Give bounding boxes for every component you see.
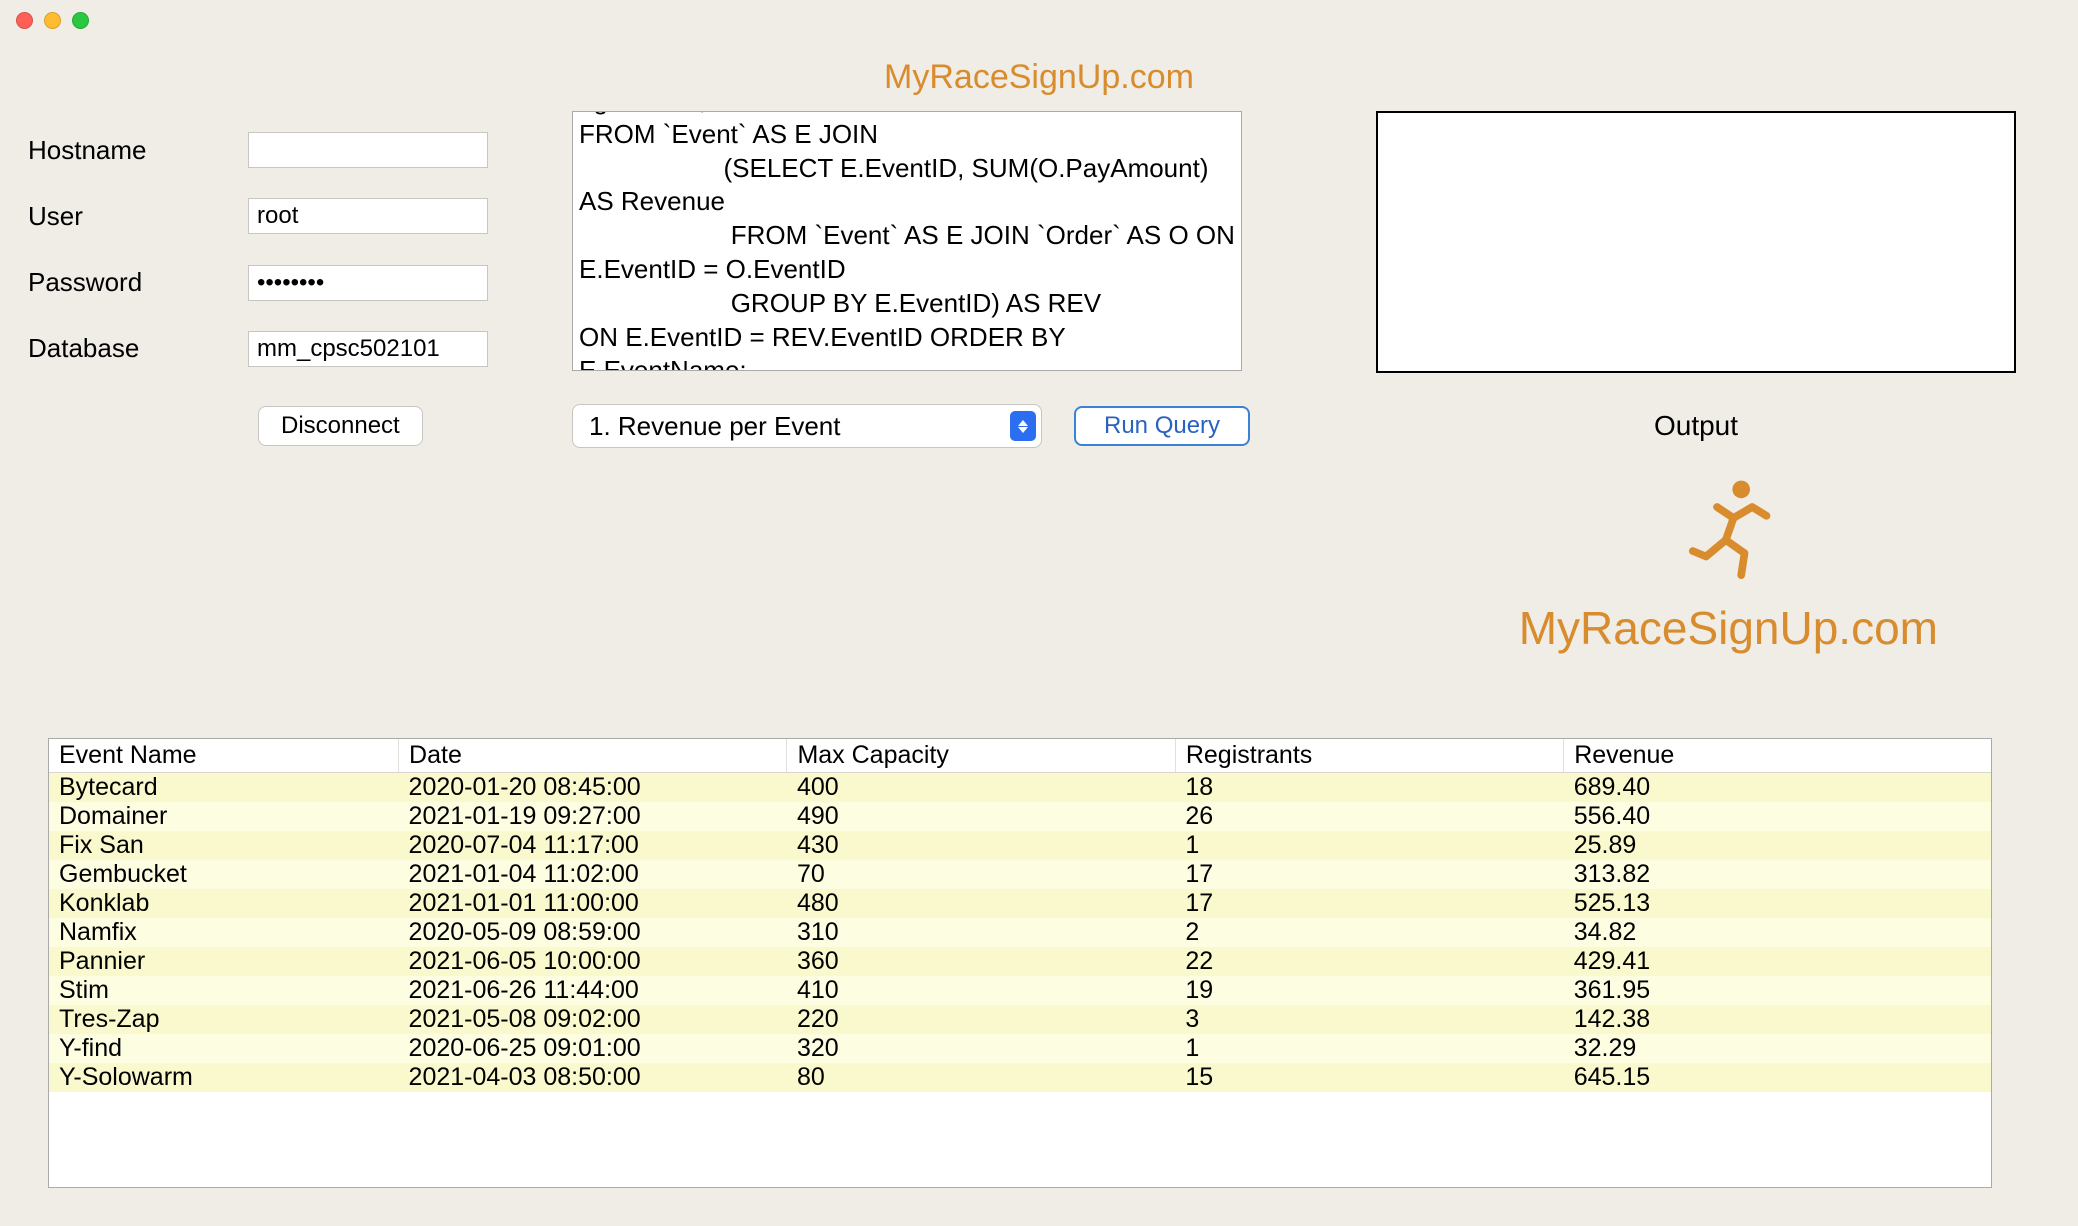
table-row[interactable]: Domainer2021-01-19 09:27:0049026556.40 — [49, 802, 1991, 831]
user-label: User — [28, 201, 248, 232]
table-row[interactable]: Fix San2020-07-04 11:17:00430125.89 — [49, 831, 1991, 860]
table-cell: 142.38 — [1564, 1005, 1991, 1034]
window-zoom-button[interactable] — [72, 12, 89, 29]
table-cell: 313.82 — [1564, 860, 1991, 889]
table-cell: 1 — [1175, 1034, 1563, 1063]
password-input[interactable] — [248, 265, 488, 301]
app-title: MyRaceSignUp.com — [0, 58, 2078, 97]
table-cell: Y-find — [49, 1034, 399, 1063]
column-header[interactable]: Date — [399, 739, 787, 773]
table-cell: 490 — [787, 802, 1175, 831]
table-cell: 2020-06-25 09:01:00 — [399, 1034, 787, 1063]
table-cell: 410 — [787, 976, 1175, 1005]
database-label: Database — [28, 333, 248, 364]
password-label: Password — [28, 267, 248, 298]
table-row[interactable]: Y-Solowarm2021-04-03 08:50:008015645.15 — [49, 1063, 1991, 1092]
table-cell: 2021-06-26 11:44:00 — [399, 976, 787, 1005]
table-cell: 2020-07-04 11:17:00 — [399, 831, 787, 860]
table-cell: 430 — [787, 831, 1175, 860]
table-cell: 220 — [787, 1005, 1175, 1034]
connection-panel: Hostname User Password Database — [28, 111, 548, 376]
table-cell: 2021-04-03 08:50:00 — [399, 1063, 787, 1092]
hostname-label: Hostname — [28, 135, 248, 166]
table-cell: 3 — [1175, 1005, 1563, 1034]
table-cell: 556.40 — [1564, 802, 1991, 831]
output-textarea[interactable] — [1376, 111, 2016, 373]
table-cell: 360 — [787, 947, 1175, 976]
table-cell: Domainer — [49, 802, 399, 831]
table-row[interactable]: Stim2021-06-26 11:44:0041019361.95 — [49, 976, 1991, 1005]
table-cell: Bytecard — [49, 773, 399, 803]
hostname-input[interactable] — [248, 132, 488, 168]
table-cell: 1 — [1175, 831, 1563, 860]
column-header[interactable]: Revenue — [1564, 739, 1991, 773]
window-close-button[interactable] — [16, 12, 33, 29]
table-row[interactable]: Gembucket2021-01-04 11:02:007017313.82 — [49, 860, 1991, 889]
query-select-wrap[interactable]: 1. Revenue per Event — [572, 404, 1042, 448]
brand-logo: MyRaceSignUp.com — [1519, 474, 1938, 655]
table-cell: 34.82 — [1564, 918, 1991, 947]
table-cell: Fix San — [49, 831, 399, 860]
database-input[interactable] — [248, 331, 488, 367]
table-cell: 400 — [787, 773, 1175, 803]
table-row[interactable]: Konklab2021-01-01 11:00:0048017525.13 — [49, 889, 1991, 918]
table-row[interactable]: Pannier2021-06-05 10:00:0036022429.41 — [49, 947, 1991, 976]
results-table: Event NameDateMax CapacityRegistrantsRev… — [49, 739, 1991, 1092]
table-cell: Tres-Zap — [49, 1005, 399, 1034]
table-cell: 689.40 — [1564, 773, 1991, 803]
table-cell: Stim — [49, 976, 399, 1005]
table-cell: 2021-01-04 11:02:00 — [399, 860, 787, 889]
table-cell: 70 — [787, 860, 1175, 889]
table-cell: 310 — [787, 918, 1175, 947]
table-cell: 2020-05-09 08:59:00 — [399, 918, 787, 947]
table-row[interactable]: Tres-Zap2021-05-08 09:02:002203142.38 — [49, 1005, 1991, 1034]
table-cell: 32.29 — [1564, 1034, 1991, 1063]
table-cell: 429.41 — [1564, 947, 1991, 976]
table-cell: Konklab — [49, 889, 399, 918]
table-cell: 2021-06-05 10:00:00 — [399, 947, 787, 976]
run-query-button[interactable]: Run Query — [1074, 406, 1250, 446]
table-cell: 18 — [1175, 773, 1563, 803]
table-cell: 480 — [787, 889, 1175, 918]
table-cell: Namfix — [49, 918, 399, 947]
table-cell: 2021-05-08 09:02:00 — [399, 1005, 787, 1034]
table-cell: 525.13 — [1564, 889, 1991, 918]
table-cell: 15 — [1175, 1063, 1563, 1092]
table-row[interactable]: Namfix2020-05-09 08:59:00310234.82 — [49, 918, 1991, 947]
output-label: Output — [1376, 410, 2016, 442]
table-cell: 2 — [1175, 918, 1563, 947]
table-cell: 25.89 — [1564, 831, 1991, 860]
results-table-wrap[interactable]: Event NameDateMax CapacityRegistrantsRev… — [48, 738, 1992, 1188]
table-cell: Pannier — [49, 947, 399, 976]
table-cell: 22 — [1175, 947, 1563, 976]
user-input[interactable] — [248, 198, 488, 234]
window-titlebar — [0, 0, 2078, 40]
disconnect-button[interactable]: Disconnect — [258, 406, 423, 446]
table-cell: 2020-01-20 08:45:00 — [399, 773, 787, 803]
output-panel — [1328, 111, 2046, 376]
runner-icon — [1673, 474, 1783, 584]
table-cell: Gembucket — [49, 860, 399, 889]
query-select[interactable]: 1. Revenue per Event — [572, 404, 1042, 448]
table-cell: 645.15 — [1564, 1063, 1991, 1092]
query-textarea[interactable] — [572, 111, 1242, 371]
query-panel — [548, 111, 1328, 376]
column-header[interactable]: Event Name — [49, 739, 399, 773]
table-row[interactable]: Y-find2020-06-25 09:01:00320132.29 — [49, 1034, 1991, 1063]
column-header[interactable]: Max Capacity — [787, 739, 1175, 773]
window-minimize-button[interactable] — [44, 12, 61, 29]
table-cell: 17 — [1175, 889, 1563, 918]
table-cell: 26 — [1175, 802, 1563, 831]
table-cell: 361.95 — [1564, 976, 1991, 1005]
column-header[interactable]: Registrants — [1175, 739, 1563, 773]
table-cell: 80 — [787, 1063, 1175, 1092]
brand-text: MyRaceSignUp.com — [1519, 601, 1938, 655]
table-row[interactable]: Bytecard2020-01-20 08:45:0040018689.40 — [49, 773, 1991, 803]
table-cell: Y-Solowarm — [49, 1063, 399, 1092]
table-cell: 320 — [787, 1034, 1175, 1063]
table-cell: 2021-01-01 11:00:00 — [399, 889, 787, 918]
table-cell: 2021-01-19 09:27:00 — [399, 802, 787, 831]
table-cell: 19 — [1175, 976, 1563, 1005]
table-cell: 17 — [1175, 860, 1563, 889]
